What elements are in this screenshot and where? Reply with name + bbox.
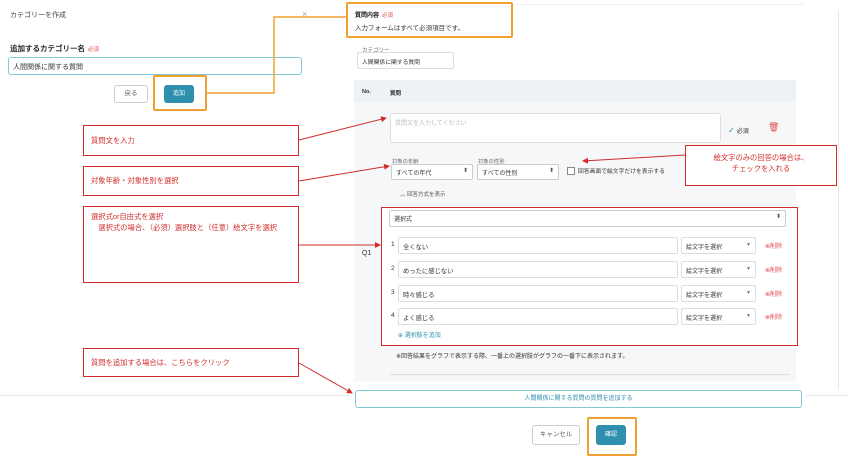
orange-connector — [207, 16, 346, 94]
arrow-add-question — [298, 362, 353, 394]
connector-lines — [207, 16, 686, 394]
arrow-target — [298, 163, 390, 182]
arrow-emoji-only — [582, 154, 686, 164]
arrow-question-text — [298, 116, 387, 141]
